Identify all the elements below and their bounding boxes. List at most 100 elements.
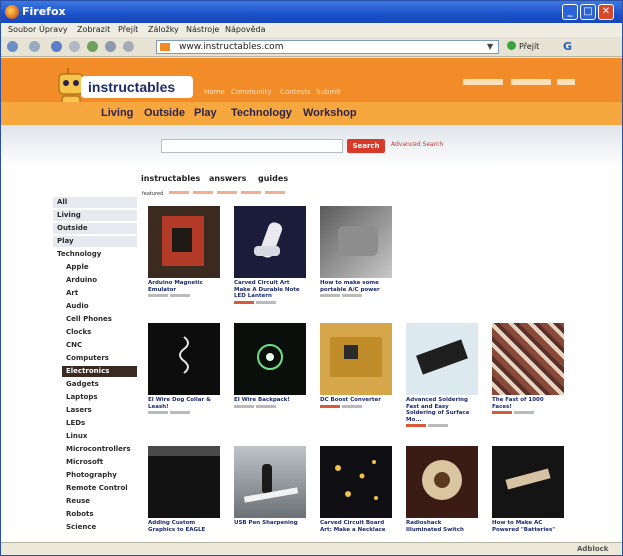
menu-tools[interactable]: Nástroje [186,25,219,34]
project-card[interactable]: Arduino Magnetic Emulator [148,206,220,300]
project-card[interactable]: Radioshack Illuminated Switch [406,446,478,533]
sidebar-item-lasers[interactable]: Lasers [62,405,137,416]
sign-in-link[interactable] [511,79,551,85]
thumbnail-yellow-board[interactable] [320,323,392,395]
thumbnail-eagle-black[interactable] [148,446,220,518]
sidebar-item-linux[interactable]: Linux [62,431,137,442]
sidebar-item-arduino[interactable]: Arduino [62,275,137,286]
card-title[interactable]: How to make some portable A/C power [320,280,392,293]
tab-instructables[interactable]: instructables [141,174,200,183]
home-icon[interactable] [87,41,98,52]
thumbnail-dark-hand[interactable] [234,206,306,278]
sidebar-item-leds[interactable]: LEDs [62,418,137,429]
thumbnail-batteries[interactable] [492,446,564,518]
sidebar-item-cell-phones[interactable]: Cell Phones [62,314,137,325]
back-icon[interactable] [7,41,18,52]
thumbnail-collage[interactable] [492,323,564,395]
card-title[interactable]: How to Make AC Powered "Batteries" [492,520,564,533]
go-button[interactable]: Přejít [507,41,539,51]
category-outside[interactable]: Outside [144,107,185,119]
card-title[interactable]: EI Wire Dog Collar & Leash! [148,397,220,410]
search-input[interactable] [161,139,343,153]
filter-option[interactable] [168,191,189,194]
filter-option[interactable] [192,191,213,194]
project-card[interactable]: How to Make AC Powered "Batteries" [492,446,564,533]
tab-guides[interactable]: guides [258,174,288,183]
filter-option[interactable] [216,191,237,194]
sidebar-item-robots[interactable]: Robots [62,509,137,520]
project-card[interactable]: Carved Circuit Art Make A Durable Note L… [234,206,306,307]
sidebar-item-reuse[interactable]: Reuse [62,496,137,507]
menu-view[interactable]: Zobrazit [77,25,110,34]
card-title[interactable]: Adding Custom Graphics to EAGLE [148,520,220,533]
sidebar-item-art[interactable]: Art [62,288,137,299]
project-card[interactable]: Carved Circuit Board Art: Make a Necklac… [320,446,392,533]
card-title[interactable]: Carved Circuit Board Art: Make a Necklac… [320,520,392,533]
menu-bookmarks[interactable]: Záložky [148,25,179,34]
sidebar-item-clocks[interactable]: Clocks [62,327,137,338]
nav-submit-link[interactable]: Submit [316,88,341,96]
thumbnail-chips[interactable] [406,323,478,395]
project-card[interactable]: EI Wire Dog Collar & Leash! [148,323,220,417]
sidebar-item-living[interactable]: Living [53,210,137,221]
tab-answers[interactable]: answers [209,174,246,183]
category-workshop[interactable]: Workshop [303,107,357,119]
card-title[interactable]: Carved Circuit Art Make A Durable Note L… [234,280,306,300]
thumbnail-ring-dark[interactable] [234,323,306,395]
menu-help[interactable]: Nápověda [225,25,266,34]
advanced-search-link[interactable]: Advanced Search [391,141,443,148]
nav-contests-link[interactable]: Contests [280,88,311,96]
sidebar-item-all[interactable]: All [53,197,137,208]
site-logo[interactable]: instructables [81,76,193,98]
project-card[interactable]: USB Pen Sharpening [234,446,306,527]
sidebar-item-science[interactable]: Science [62,522,137,533]
thumbnail-gray-gadget[interactable] [320,206,392,278]
card-title[interactable]: The Fast of 1000 Faces! [492,397,564,410]
category-living[interactable]: Living [101,107,133,119]
project-card[interactable]: How to make some portable A/C power [320,206,392,300]
sidebar-item-computers[interactable]: Computers [62,353,137,364]
thumbnail-red-board[interactable] [148,206,220,278]
forward-icon[interactable] [29,41,40,52]
maximize-button[interactable]: □ [580,4,596,20]
thumbnail-wire-dark[interactable] [148,323,220,395]
card-title[interactable]: Advanced Soldering Fast and Easy Solderi… [406,397,478,423]
sign-up-link[interactable] [557,79,575,85]
nav-community-link[interactable]: Community [231,88,272,96]
project-card[interactable]: Advanced Soldering Fast and Easy Solderi… [406,323,478,430]
url-dropdown-icon[interactable]: ▼ [487,42,493,51]
filter-featured[interactable]: featured [142,191,163,197]
google-search-icon[interactable]: G [563,40,572,53]
adblock-indicator[interactable]: Adblock [577,545,608,553]
menu-go[interactable]: Přejít [118,25,138,34]
menu-edit[interactable]: Úpravy [39,25,68,34]
sidebar-item-play[interactable]: Play [53,236,137,247]
project-card[interactable]: The Fast of 1000 Faces! [492,323,564,417]
url-field[interactable]: www.instructables.com [156,40,499,54]
sidebar-item-audio[interactable]: Audio [62,301,137,312]
thumbnail-bird-gray[interactable] [234,446,306,518]
filter-option[interactable] [240,191,261,194]
menu-file[interactable]: Soubor [8,25,36,34]
sidebar-item-electronics[interactable]: Electronics [62,366,137,377]
reload-icon[interactable] [51,41,62,52]
print-icon[interactable] [123,41,134,52]
close-button[interactable]: ✕ [598,4,614,20]
minimize-button[interactable]: _ [562,4,578,20]
card-title[interactable]: EI Wire Backpack! [234,397,306,404]
nav-home-link[interactable]: Home [204,88,225,96]
card-title[interactable]: Arduino Magnetic Emulator [148,280,220,293]
sidebar-item-remote-control[interactable]: Remote Control [62,483,137,494]
search-button[interactable]: Search [347,139,385,153]
sidebar-item-microsoft[interactable]: Microsoft [62,457,137,468]
stop-icon[interactable] [69,41,80,52]
category-technology[interactable]: Technology [231,107,292,119]
category-play[interactable]: Play [194,107,217,119]
thumbnail-switch[interactable] [406,446,478,518]
sidebar-item-apple[interactable]: Apple [62,262,137,273]
sidebar-item-technology[interactable]: Technology [53,249,137,260]
project-card[interactable]: Adding Custom Graphics to EAGLE [148,446,220,533]
thumbnail-dots-dark[interactable] [320,446,392,518]
history-icon[interactable] [105,41,116,52]
sidebar-item-microcontrollers[interactable]: Microcontrollers [62,444,137,455]
